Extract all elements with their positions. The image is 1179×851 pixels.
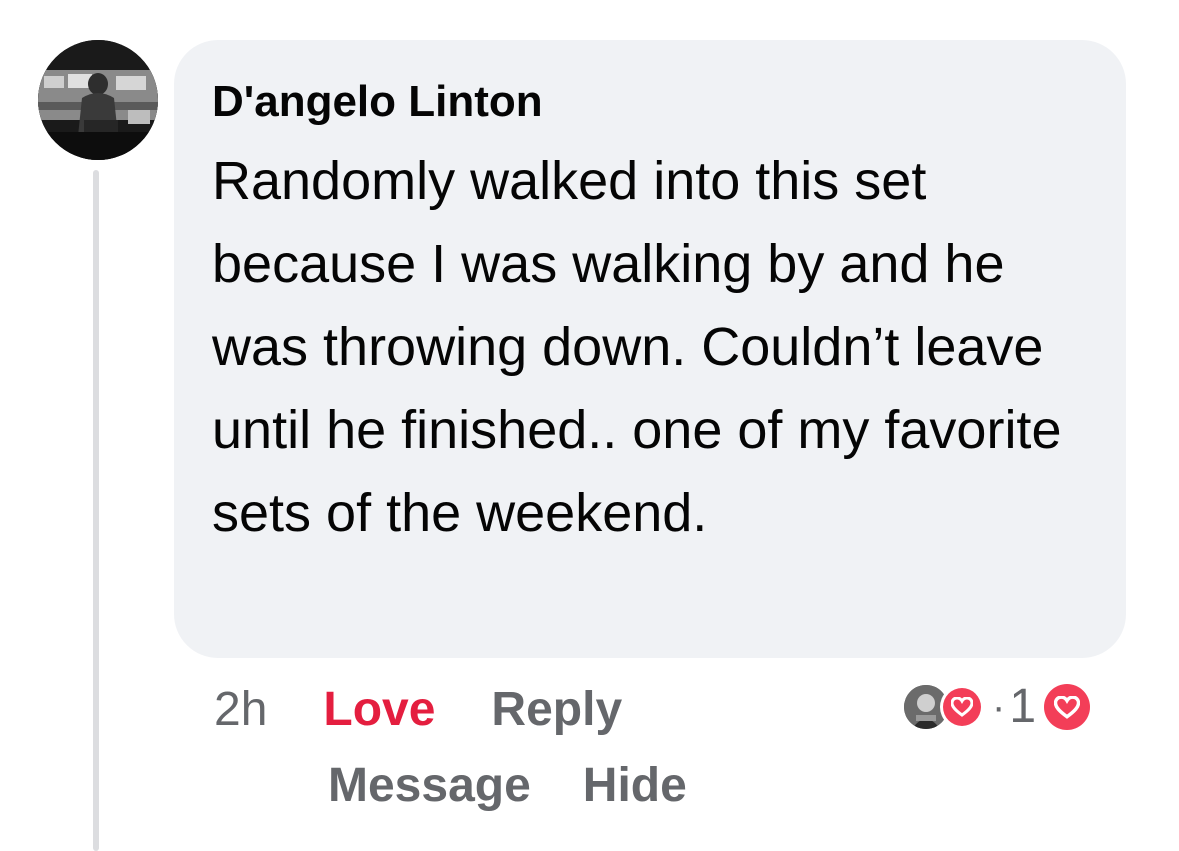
reaction-count[interactable]: 1 (1009, 683, 1036, 731)
comment-bubble: D'angelo Linton Randomly walked into thi… (174, 40, 1126, 658)
reaction-separator: · (992, 685, 1006, 729)
reaction-summary[interactable]: · 1 (904, 683, 1091, 731)
comment-author[interactable]: D'angelo Linton (212, 72, 1096, 132)
reply-button[interactable]: Reply (491, 680, 622, 740)
comment-actions: 2h Love Reply Message Hide (214, 680, 687, 816)
heart-icon (940, 685, 984, 729)
message-button[interactable]: Message (328, 756, 531, 816)
hide-button[interactable]: Hide (583, 756, 687, 816)
love-button[interactable]: Love (323, 680, 435, 740)
heart-icon[interactable] (1044, 684, 1091, 730)
comment-timestamp[interactable]: 2h (214, 680, 267, 740)
avatar-photo (38, 40, 158, 160)
avatar[interactable] (38, 40, 158, 160)
thread-line (93, 170, 99, 851)
comment-text: Randomly walked into this set because I … (212, 151, 1062, 543)
